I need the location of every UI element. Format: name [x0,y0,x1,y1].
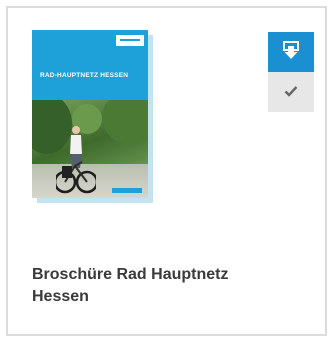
cover-logo [116,35,144,46]
download-icon [282,40,300,64]
select-button[interactable] [268,72,314,112]
cover-title: RAD-HAUPTNETZ HESSEN [40,72,129,79]
brochure-cover: RAD-HAUPTNETZ HESSEN [32,30,148,198]
download-button[interactable] [268,32,314,72]
cyclist-illustration [56,126,96,194]
cover-badge [112,188,142,193]
brochure-cover-thumbnail[interactable]: RAD-HAUPTNETZ HESSEN [32,30,153,203]
product-card: RAD-HAUPTNETZ HESSEN Broschüre Rad Haupt… [6,6,327,336]
product-title[interactable]: Broschüre Rad Hauptnetz Hessen [32,264,272,308]
cover-header: RAD-HAUPTNETZ HESSEN [32,30,148,100]
checkmark-icon [284,85,298,100]
